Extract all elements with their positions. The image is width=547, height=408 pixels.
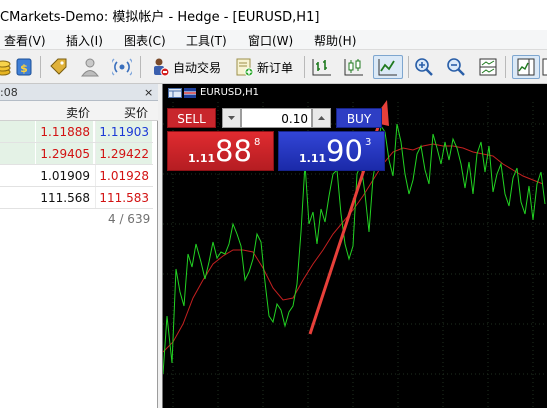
bar-chart-icon (312, 59, 331, 76)
sell-quote-prefix: 1.11 (188, 152, 216, 165)
line-chart-button[interactable] (373, 55, 403, 79)
sell-quote-pips: 88 (215, 134, 252, 168)
menu-view[interactable]: 查看(V) (4, 32, 46, 49)
close-icon[interactable]: × (144, 86, 153, 99)
buy-quote-prefix: 1.11 (299, 152, 327, 165)
ask-cell: 111.583 (95, 187, 152, 208)
user-icon (81, 58, 99, 77)
tag-icon (50, 58, 67, 75)
bid-cell: 1.29405 (36, 143, 93, 164)
table-row[interactable]: 1.29405 1.29422 (0, 143, 153, 165)
user-button[interactable] (80, 55, 100, 79)
table-row[interactable]: 1.01909 1.01928 (0, 165, 153, 187)
buy-quote[interactable]: 1.11 90 3 (278, 131, 385, 171)
ask-cell: 1.11903 (95, 121, 152, 142)
bid-cell: 111.568 (40, 191, 90, 205)
svg-text:$: $ (20, 62, 28, 75)
new-order-button[interactable]: 新订单 (234, 55, 293, 79)
tile-windows-icon (479, 58, 497, 76)
symbol-cell (0, 121, 35, 142)
autoscroll-icon (542, 58, 547, 76)
buy-button[interactable]: BUY (336, 108, 382, 128)
menu-tools[interactable]: 工具(T) (186, 32, 227, 49)
volume-increase-button[interactable] (312, 108, 331, 128)
table-row[interactable]: 111.568 111.583 (0, 187, 153, 209)
candlestick-icon (344, 59, 363, 76)
ask-cell: 1.01928 (95, 165, 152, 186)
market-watch-header: :08 × (0, 84, 158, 101)
tag-button[interactable] (48, 55, 68, 79)
volume-input[interactable] (241, 108, 312, 128)
toolbar-separator (140, 56, 141, 78)
market-watch-button[interactable]: $ (15, 55, 33, 79)
market-watch-time: :08 (0, 86, 18, 99)
table-row[interactable]: 1.11888 1.11903 (0, 121, 153, 143)
moving-average-line (163, 143, 544, 353)
tile-windows-button[interactable] (478, 55, 498, 79)
bid-cell: 1.11888 (36, 121, 93, 142)
signal-button[interactable] (112, 55, 132, 79)
toolbar-separator (408, 56, 409, 78)
gold-coins-icon (0, 60, 11, 76)
autoscroll-button[interactable] (542, 55, 547, 79)
zoom-in-icon (415, 58, 433, 76)
buy-quote-pips: 90 (326, 134, 363, 168)
toolbar: $ 自动交易 新订单 (0, 50, 547, 84)
menu-charts[interactable]: 图表(C) (124, 32, 166, 49)
signal-icon (112, 58, 132, 76)
new-order-icon (236, 58, 254, 77)
market-watch-icon: $ (16, 58, 32, 76)
sell-quote[interactable]: 1.11 88 8 (167, 131, 274, 171)
chart-shift-button[interactable] (512, 55, 540, 79)
symbol-cell (0, 143, 35, 164)
gold-coins-button[interactable] (0, 55, 12, 79)
new-order-label: 新订单 (257, 60, 294, 75)
zoom-out-icon (447, 58, 465, 76)
chart-shift-icon (517, 58, 535, 76)
menu-help[interactable]: 帮助(H) (314, 32, 356, 49)
toolbar-separator (40, 56, 41, 78)
line-chart-icon (378, 59, 397, 76)
sell-quote-fraction: 8 (254, 137, 261, 148)
column-ask[interactable]: 买价 (124, 104, 148, 121)
candlestick-button[interactable] (344, 55, 364, 79)
title-bar: CMarkets-Demo: 模拟帐户 - Hedge - [EURUSD,H1… (0, 0, 547, 30)
zoom-out-button[interactable] (446, 55, 466, 79)
toolbar-separator (304, 56, 305, 78)
zoom-in-button[interactable] (414, 55, 434, 79)
window-title: CMarkets-Demo: 模拟帐户 - Hedge - [EURUSD,H1… (0, 10, 320, 25)
market-watch-panel: :08 × 卖价 买价 1.11888 1.11903 1.29405 1.29… (0, 84, 158, 408)
symbol-count: 4 / 639 (108, 212, 151, 226)
terminal-window: CMarkets-Demo: 模拟帐户 - Hedge - [EURUSD,H1… (0, 0, 547, 408)
menu-bar: 查看(V) 插入(I) 图表(C) 工具(T) 窗口(W) 帮助(H) (0, 30, 547, 50)
volume-decrease-button[interactable] (222, 108, 241, 128)
menu-insert[interactable]: 插入(I) (66, 32, 103, 49)
auto-trading-icon (154, 58, 170, 77)
menu-window[interactable]: 窗口(W) (248, 32, 293, 49)
auto-trading-label: 自动交易 (173, 60, 222, 75)
arrow-up-icon (318, 116, 325, 120)
symbol-cell (0, 165, 35, 186)
column-bid[interactable]: 卖价 (66, 104, 90, 121)
bar-chart-button[interactable] (312, 55, 332, 79)
bid-cell: 1.01909 (40, 169, 90, 183)
sell-button[interactable]: SELL (167, 108, 216, 128)
symbol-cell (0, 187, 35, 208)
arrow-down-icon (228, 116, 235, 120)
buy-quote-fraction: 3 (365, 137, 372, 148)
ask-cell: 1.29422 (95, 143, 152, 164)
market-watch-columns: 卖价 买价 (0, 101, 158, 121)
toolbar-separator (505, 56, 506, 78)
auto-trading-button[interactable]: 自动交易 (150, 55, 221, 79)
